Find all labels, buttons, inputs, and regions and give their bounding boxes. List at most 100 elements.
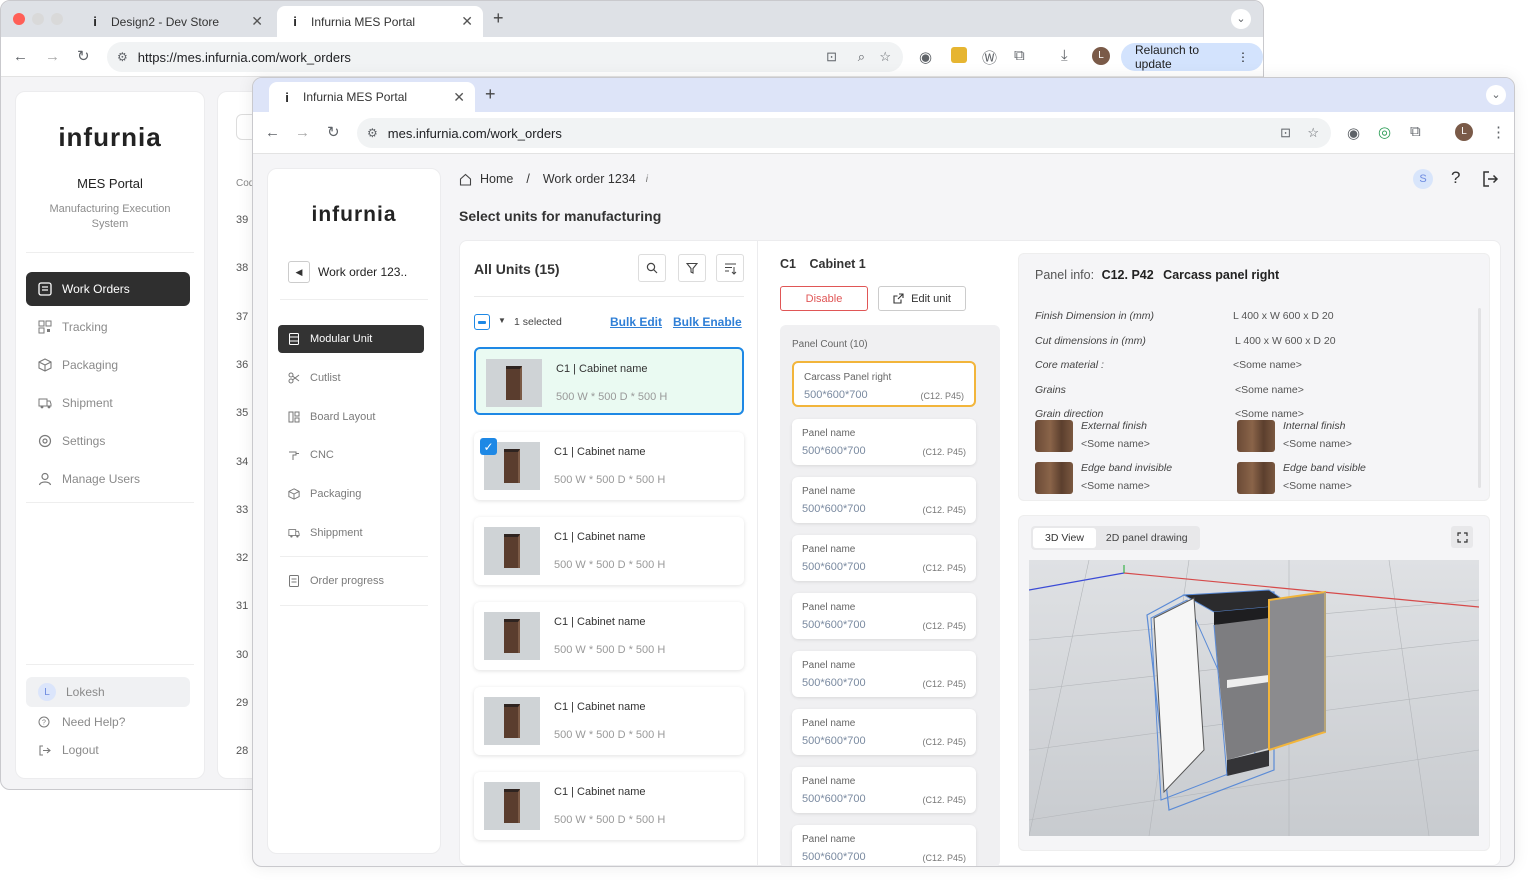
select-all-checkbox[interactable] xyxy=(474,314,490,330)
browser-tab-mes-portal[interactable]: i Infurnia MES Portal ✕ xyxy=(269,82,475,112)
logout-link[interactable]: Logout xyxy=(26,736,190,764)
site-info-icon[interactable]: ⚙ xyxy=(117,50,128,64)
tab-3d-view[interactable]: 3D View xyxy=(1033,528,1096,548)
tab-search-icon[interactable]: ⌄ xyxy=(1486,85,1506,105)
install-app-icon[interactable]: ⊡ xyxy=(1280,125,1291,141)
sidebar-item-shippment[interactable]: Shippment xyxy=(278,519,424,547)
logout-icon[interactable] xyxy=(1481,170,1499,188)
unit-card[interactable]: C1 | Cabinet name 500 W * 500 D * 500 H xyxy=(474,347,744,415)
sidebar-item-cnc[interactable]: CNC xyxy=(278,441,424,469)
bulk-edit-link[interactable]: Bulk Edit xyxy=(610,315,662,329)
browser-tab-mes-portal[interactable]: i Infurnia MES Portal ✕ xyxy=(277,6,483,37)
help-icon[interactable]: ? xyxy=(1451,168,1460,188)
sidebar-item-shipment[interactable]: Shipment xyxy=(26,386,190,420)
edit-unit-button[interactable]: Edit unit xyxy=(878,286,966,311)
camera-icon[interactable]: ◉ xyxy=(919,48,932,66)
kebab-menu-icon[interactable]: ⋮ xyxy=(1237,50,1249,64)
unit-card[interactable]: C1 | Cabinet name 500 W * 500 D * 500 H xyxy=(474,687,744,755)
zoom-window-button[interactable] xyxy=(51,13,63,25)
panel-card[interactable]: Panel name 500*600*700 (C12. P45) xyxy=(792,593,976,639)
browser-tab-design2[interactable]: i Design2 - Dev Store ✕ xyxy=(77,6,273,37)
unit-checkbox[interactable]: ✓ xyxy=(480,438,497,455)
bulk-enable-link[interactable]: Bulk Enable xyxy=(673,315,742,329)
panel-card[interactable]: Panel name 500*600*700 (C12. P45) xyxy=(792,825,976,866)
sidebar-item-packaging[interactable]: Packaging xyxy=(278,480,424,508)
grammarly-icon[interactable]: ◎ xyxy=(1378,123,1391,141)
panel-card[interactable]: Panel name 500*600*700 (C12. P45) xyxy=(792,419,976,465)
bookmark-star-icon[interactable]: ☆ xyxy=(879,49,891,65)
extensions-puzzle-icon[interactable]: ⧉ xyxy=(1014,47,1025,64)
tab-2d-panel-drawing[interactable]: 2D panel drawing xyxy=(1096,528,1198,548)
address-bar[interactable]: ⚙ mes.infurnia.com/work_orders ⊡ ☆ xyxy=(357,118,1331,148)
sidebar-item-tracking[interactable]: Tracking xyxy=(26,310,190,344)
chevron-down-icon[interactable]: ▼ xyxy=(498,316,506,325)
wordpress-icon[interactable]: Ⓦ xyxy=(982,47,997,68)
back-arrow-icon[interactable]: ← xyxy=(265,124,280,141)
extensions-puzzle-icon[interactable]: ⧉ xyxy=(1410,123,1421,140)
reload-icon[interactable]: ↻ xyxy=(77,47,90,65)
relaunch-button[interactable]: Relaunch to update ⋮ xyxy=(1121,43,1263,71)
profile-avatar[interactable]: L xyxy=(1092,47,1110,65)
download-icon[interactable]: ⤓ xyxy=(1061,47,1068,64)
close-window-button[interactable] xyxy=(13,13,25,25)
tab-search-icon[interactable]: ⌄ xyxy=(1231,9,1251,29)
sidebar-item-packaging[interactable]: Packaging xyxy=(26,348,190,382)
user-avatar: L xyxy=(38,683,56,701)
panel-card[interactable]: Panel name 500*600*700 (C12. P45) xyxy=(792,767,976,813)
breadcrumb-home[interactable]: Home xyxy=(480,172,513,186)
unit-card[interactable]: ✓ C1 | Cabinet name 500 W * 500 D * 500 H xyxy=(474,432,744,500)
disable-button[interactable]: Disable xyxy=(780,286,868,311)
unit-card[interactable]: C1 | Cabinet name 500 W * 500 D * 500 H xyxy=(474,602,744,670)
unit-title: C1 | Cabinet name xyxy=(554,446,646,458)
scrollbar[interactable] xyxy=(1478,308,1481,488)
sidebar-item-settings[interactable]: Settings xyxy=(26,424,190,458)
forward-arrow-icon[interactable]: → xyxy=(45,48,60,65)
filter-button[interactable] xyxy=(678,254,706,282)
sidebar-item-board-layout[interactable]: Board Layout xyxy=(278,403,424,431)
back-button[interactable]: ◀ xyxy=(288,261,310,283)
panel-card[interactable]: Panel name 500*600*700 (C12. P45) xyxy=(792,709,976,755)
install-app-icon[interactable]: ⊡ xyxy=(826,49,837,65)
sidebar-item-manage-users[interactable]: Manage Users xyxy=(26,462,190,496)
bookmark-star-icon[interactable]: ☆ xyxy=(1307,125,1319,141)
extension-yellow-icon[interactable] xyxy=(951,47,967,63)
need-help-link[interactable]: ? Need Help? xyxy=(26,708,190,736)
fullscreen-button[interactable] xyxy=(1451,526,1473,548)
zoom-icon[interactable]: ⌕ xyxy=(858,49,865,65)
panel-name: Panel name xyxy=(802,834,856,845)
unit-card[interactable]: C1 | Cabinet name 500 W * 500 D * 500 H xyxy=(474,772,744,840)
panel-card[interactable]: Panel name 500*600*700 (C12. P45) xyxy=(792,651,976,697)
new-tab-icon[interactable]: + xyxy=(485,84,496,105)
sidebar-item-work-orders[interactable]: Work Orders xyxy=(26,272,190,306)
address-bar[interactable]: ⚙ https://mes.infurnia.com/work_orders ⊡… xyxy=(107,42,903,72)
close-tab-icon[interactable]: ✕ xyxy=(453,89,465,106)
sidebar-item-label: Settings xyxy=(62,434,106,448)
forward-arrow-icon[interactable]: → xyxy=(295,124,310,141)
sidebar-item-order-progress[interactable]: Order progress xyxy=(278,567,424,595)
panel-card[interactable]: Carcass Panel right 500*600*700 (C12. P45) xyxy=(792,361,976,407)
3d-viewport[interactable] xyxy=(1029,560,1479,836)
unit-card[interactable]: C1 | Cabinet name 500 W * 500 D * 500 H xyxy=(474,517,744,585)
panel-card[interactable]: Panel name 500*600*700 (C12. P45) xyxy=(792,535,976,581)
back-arrow-icon[interactable]: ← xyxy=(13,48,28,65)
sidebar-item-modular-unit[interactable]: Modular Unit xyxy=(278,325,424,353)
user-profile-item[interactable]: L Lokesh xyxy=(26,677,190,707)
sort-button[interactable] xyxy=(716,254,744,282)
close-tab-icon[interactable]: ✕ xyxy=(251,13,263,30)
panel-code: (C12. P45) xyxy=(922,795,966,805)
panel-list: Panel Count (10) Carcass Panel right 500*… xyxy=(780,325,1000,866)
user-badge[interactable]: S xyxy=(1413,169,1433,189)
home-icon xyxy=(459,173,472,186)
info-icon[interactable]: i xyxy=(646,174,648,185)
reload-icon[interactable]: ↻ xyxy=(327,123,340,141)
kebab-menu-icon[interactable]: ⋮ xyxy=(1491,123,1506,141)
close-tab-icon[interactable]: ✕ xyxy=(461,13,473,30)
search-button[interactable] xyxy=(638,254,666,282)
new-tab-icon[interactable]: + xyxy=(493,8,504,29)
sidebar-item-cutlist[interactable]: Cutlist xyxy=(278,364,424,392)
minimize-window-button[interactable] xyxy=(32,13,44,25)
profile-avatar[interactable]: L xyxy=(1455,123,1473,141)
site-info-icon[interactable]: ⚙ xyxy=(367,126,378,140)
camera-icon[interactable]: ◉ xyxy=(1347,124,1360,142)
panel-card[interactable]: Panel name 500*600*700 (C12. P45) xyxy=(792,477,976,523)
